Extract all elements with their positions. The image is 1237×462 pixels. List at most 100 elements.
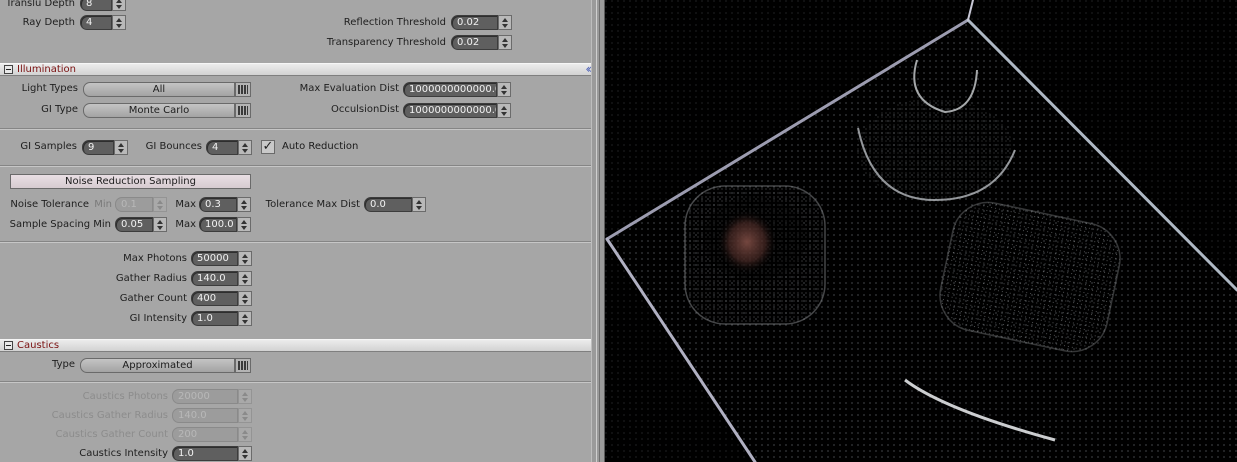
gi-type-value[interactable]: Monte Carlo [83,103,235,118]
gather-radius-stepper[interactable] [238,271,252,286]
transparency-threshold-stepper[interactable] [498,35,512,50]
gi-bounces-field[interactable]: 4 [206,140,252,155]
gi-bounces-value[interactable]: 4 [206,140,238,155]
gi-intensity-value[interactable]: 1.0 [191,311,238,326]
noise-tolerance-max-field[interactable]: 0.3 [199,197,251,212]
max-evaluation-dist-stepper[interactable] [497,82,511,97]
gi-bounces-stepper[interactable] [238,140,252,155]
auto-reduction-checkbox[interactable]: ✓ [261,140,275,154]
caustics-section-header[interactable]: Caustics [0,339,591,352]
caustics-photons-stepper [238,389,252,404]
gi-intensity-stepper[interactable] [238,311,252,326]
noise-tolerance-max-value[interactable]: 0.3 [199,197,237,212]
gi-samples-stepper[interactable] [114,140,128,155]
list-icon[interactable] [235,82,251,97]
max-evaluation-dist-label: Max Evaluation Dist [299,83,399,94]
sample-spacing-min-value[interactable]: 0.05 [115,217,153,232]
gi-samples-field[interactable]: 9 [82,140,128,155]
sample-spacing-max-value[interactable]: 100.0 [199,217,237,232]
gi-bounces-label: GI Bounces [145,141,202,152]
double-chevron-left-icon[interactable]: ‹‹ [585,63,591,75]
occlusion-dist-stepper[interactable] [497,103,511,118]
caustics-gather-radius-value: 140.0 [172,408,238,423]
tolerance-max-dist-stepper[interactable] [412,197,426,212]
occlusion-dist-label: OcculsionDist [330,104,399,115]
noise-tolerance-max-label: Max [175,199,196,210]
gather-count-value[interactable]: 400 [191,291,238,306]
max-photons-field[interactable]: 50000 [191,251,252,266]
sample-spacing-min-stepper[interactable] [153,217,167,232]
translu-depth-value[interactable]: 8 [80,0,112,11]
caustics-gather-radius-label: Caustics Gather Radius [51,410,168,421]
noise-tolerance-label: Noise Tolerance [10,199,89,210]
divider [0,381,591,383]
light-types-dropdown[interactable]: All [83,82,251,97]
caustics-type-dropdown[interactable]: Approximated [80,358,251,373]
tolerance-max-dist-value[interactable]: 0.0 [364,197,412,212]
caustics-intensity-label: Caustics Intensity [79,448,168,459]
caustics-photons-value: 20000 [172,389,238,404]
gi-samples-value[interactable]: 9 [82,140,114,155]
caustics-gather-count-field: 200 [172,427,252,442]
tolerance-max-dist-label: Tolerance Max Dist [265,199,360,210]
gi-intensity-field[interactable]: 1.0 [191,311,252,326]
caustic-highlight [717,210,777,274]
caustics-intensity-value[interactable]: 1.0 [172,446,238,461]
gi-intensity-label: GI Intensity [129,313,187,324]
transparency-threshold-field[interactable]: 0.02 [451,35,512,50]
illumination-section-header[interactable]: Illumination ‹‹ [0,63,591,76]
gather-count-field[interactable]: 400 [191,291,252,306]
light-types-value[interactable]: All [83,82,235,97]
max-photons-stepper[interactable] [238,251,252,266]
reflection-threshold-stepper[interactable] [498,15,512,30]
reflection-threshold-field[interactable]: 0.02 [451,15,512,30]
sample-spacing-min-field[interactable]: 0.05 [115,217,167,232]
max-photons-value[interactable]: 50000 [191,251,238,266]
divider [0,165,591,167]
noise-reduction-sampling-button[interactable]: Noise Reduction Sampling [10,174,251,189]
caustics-type-label: Type [52,359,75,370]
gather-count-label: Gather Count [119,293,187,304]
noise-tolerance-min-value: 0.1 [115,197,153,212]
caustics-photons-label: Caustics Photons [82,391,168,402]
render-settings-panel: Translu Depth 8 Ray Depth 4 Reflection T… [0,0,591,462]
gather-radius-value[interactable]: 140.0 [191,271,238,286]
caustics-title: Caustics [17,340,60,351]
gi-type-dropdown[interactable]: Monte Carlo [83,103,251,118]
list-icon[interactable] [235,103,251,118]
occlusion-dist-value[interactable]: 1000000000000.0 [403,103,497,118]
noise-tolerance-max-stepper[interactable] [237,197,251,212]
translu-depth-field[interactable]: 8 [80,0,126,11]
max-photons-label: Max Photons [123,253,187,264]
gather-count-stepper[interactable] [238,291,252,306]
tolerance-max-dist-field[interactable]: 0.0 [364,197,426,212]
collapse-minus-icon[interactable] [4,341,13,350]
panel-splitter[interactable] [591,0,605,462]
light-types-label: Light Types [21,83,78,94]
caustics-intensity-stepper[interactable] [238,446,252,461]
caustics-gather-count-value: 200 [172,427,238,442]
sample-spacing-max-stepper[interactable] [237,217,251,232]
caustics-type-value[interactable]: Approximated [80,358,235,373]
ray-depth-stepper[interactable] [112,15,126,30]
list-icon[interactable] [235,358,251,373]
ray-depth-field[interactable]: 4 [80,15,126,30]
caustics-gather-count-label: Caustics Gather Count [55,429,168,440]
render-viewport[interactable] [605,0,1237,462]
gather-radius-field[interactable]: 140.0 [191,271,252,286]
caustics-intensity-field[interactable]: 1.0 [172,446,252,461]
transparency-threshold-value[interactable]: 0.02 [451,35,498,50]
sample-spacing-min-label: Sample Spacing Min [9,219,111,230]
collapse-minus-icon[interactable] [4,65,13,74]
reflection-threshold-value[interactable]: 0.02 [451,15,498,30]
max-evaluation-dist-field[interactable]: 1000000000000.0 [403,82,511,97]
translu-depth-stepper[interactable] [112,0,126,11]
occlusion-dist-field[interactable]: 1000000000000.0 [403,103,511,118]
max-evaluation-dist-value[interactable]: 1000000000000.0 [403,82,497,97]
divider [0,128,591,130]
sample-spacing-max-label: Max [175,219,196,230]
ray-depth-value[interactable]: 4 [80,15,112,30]
sample-spacing-max-field[interactable]: 100.0 [199,217,251,232]
caustics-photons-field: 20000 [172,389,252,404]
gather-radius-label: Gather Radius [115,273,187,284]
